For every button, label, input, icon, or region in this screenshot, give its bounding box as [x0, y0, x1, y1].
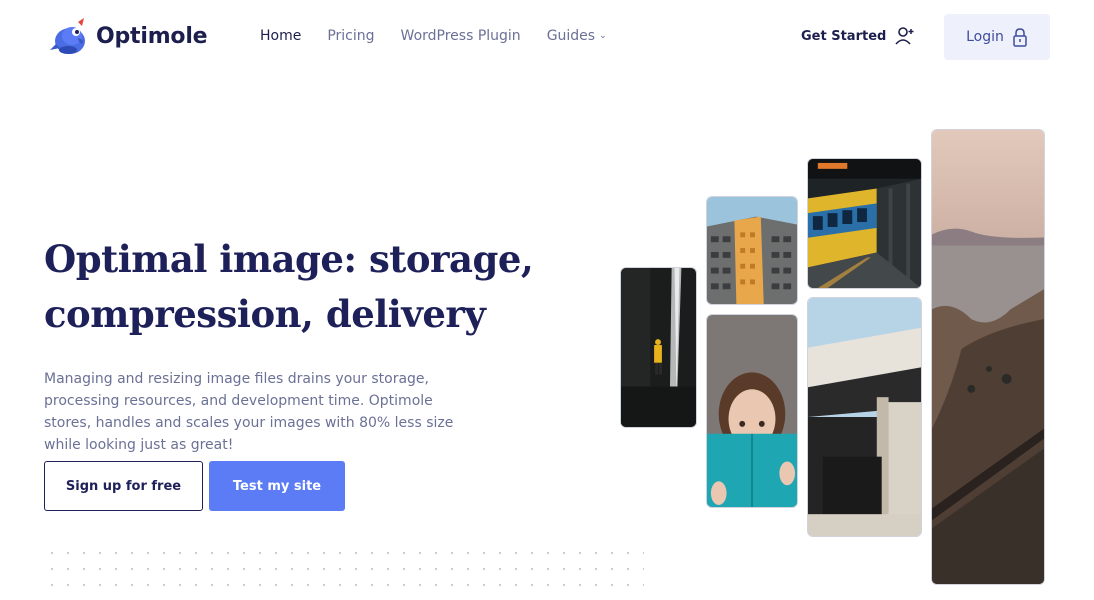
train-photo [807, 158, 922, 289]
hero-subtitle: Managing and resizing image files drains… [44, 371, 454, 453]
brand-name: Optimole [96, 23, 208, 49]
login-label: Login [966, 29, 1004, 45]
logo[interactable]: Optimole [48, 14, 208, 58]
login-button[interactable]: Login [944, 14, 1050, 60]
lock-icon [1013, 28, 1027, 47]
nav-pricing[interactable]: Pricing [327, 28, 374, 44]
woman-book-photo [706, 314, 798, 508]
nav-guides[interactable]: Guides ⌄ [547, 28, 607, 44]
sign-up-button[interactable]: Sign up for free [44, 461, 203, 511]
hero-title-line1: Optimal image: storage, [44, 237, 534, 281]
coast-photo [931, 129, 1045, 585]
bridge-photo [807, 297, 922, 537]
hero-title: Optimal image: storage, compression, del… [44, 232, 564, 342]
site-header: Optimole Home Pricing WordPress Plugin G… [0, 0, 1094, 80]
optimole-mascot-icon [50, 18, 85, 54]
building-photo [706, 196, 798, 305]
waterfall-photo [620, 267, 697, 428]
get-started-link[interactable]: Get Started [801, 26, 916, 46]
nav-guides-label: Guides [546, 28, 596, 44]
nav-home[interactable]: Home [260, 28, 301, 44]
main-nav: Home Pricing WordPress Plugin Guides ⌄ [260, 28, 633, 44]
nav-wordpress-plugin[interactable]: WordPress Plugin [401, 28, 521, 44]
test-my-site-button[interactable]: Test my site [209, 461, 345, 511]
hero-title-line2: compression, delivery [44, 292, 486, 336]
dot-pattern [44, 545, 644, 600]
chevron-down-icon: ⌄ [599, 31, 607, 41]
get-started-label: Get Started [801, 28, 887, 44]
user-plus-icon [895, 27, 914, 45]
